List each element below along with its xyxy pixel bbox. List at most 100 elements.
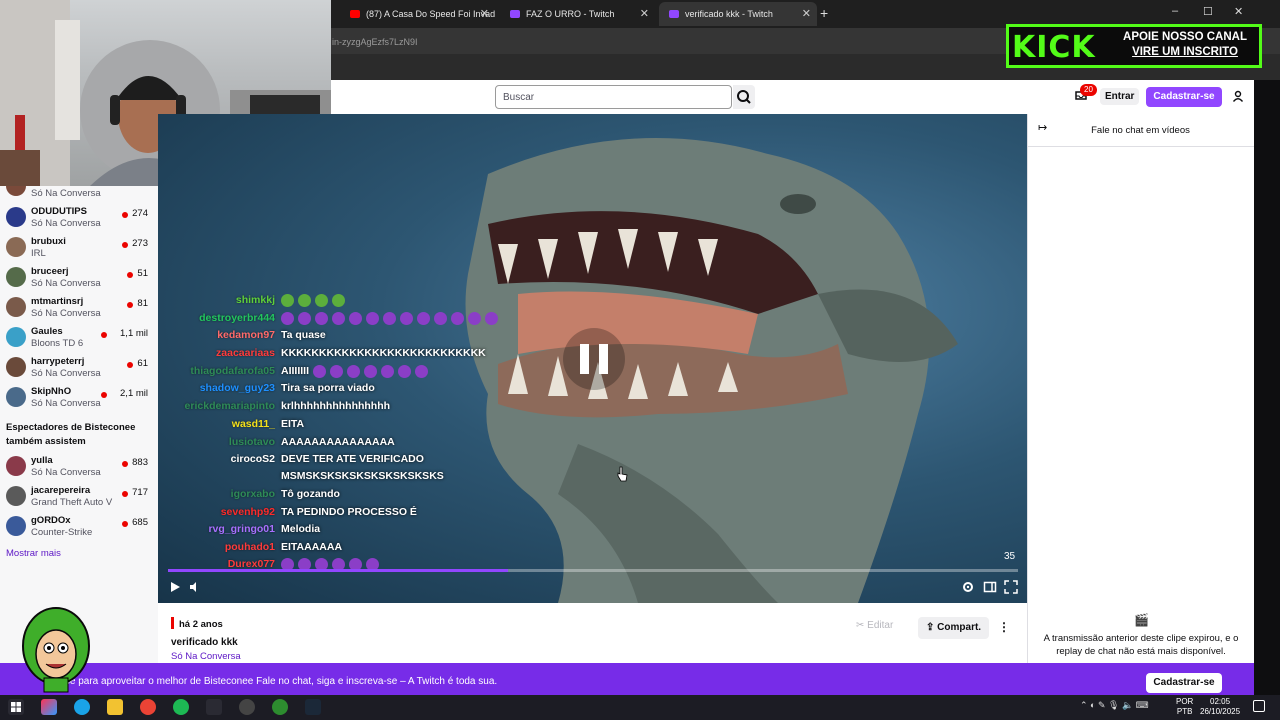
chat-emote-icon — [468, 311, 481, 325]
avatar — [6, 516, 26, 536]
chat-username[interactable]: shimkkj — [236, 294, 275, 306]
channel-game: Bloons TD 6 — [31, 338, 84, 349]
sidebar-channel[interactable]: brubuxi IRL 273 — [0, 233, 158, 263]
chat-username[interactable]: erickdemariapinto — [185, 400, 275, 412]
live-dot-icon — [122, 461, 129, 467]
channel-game: IRL — [31, 248, 46, 259]
minimize-button[interactable]: – — [1172, 5, 1178, 17]
chat-username[interactable]: sevenhp92 — [221, 506, 275, 518]
clip-category-link[interactable]: Só Na Conversa — [171, 651, 241, 662]
new-tab-button[interactable]: + — [820, 5, 828, 21]
live-dot-icon — [100, 332, 107, 338]
channel-game: Grand Theft Auto V — [31, 497, 113, 508]
app-icon[interactable] — [206, 699, 222, 715]
close-tab-icon[interactable]: ✕ — [480, 7, 489, 20]
kick-ad-line1: APOIE NOSSO CANAL — [1123, 31, 1247, 43]
sidebar-channel[interactable]: bruceerj Só Na Conversa 51 — [0, 263, 158, 293]
taskbar-clock[interactable]: 02:05 26/10/2025 — [1200, 697, 1240, 717]
chat-username[interactable]: kedamon97 — [217, 329, 275, 341]
channel-sticker-logo — [22, 607, 90, 693]
show-more-link[interactable]: Mostrar mais — [6, 548, 61, 559]
obs-icon[interactable] — [239, 699, 255, 715]
theatre-mode-icon[interactable] — [983, 580, 997, 594]
chrome-icon[interactable] — [140, 699, 156, 715]
fullscreen-icon[interactable] — [1004, 580, 1018, 594]
url-text[interactable]: in-zyzgAgEzfs7LzN9I — [332, 37, 418, 47]
chat-emote-icon — [417, 311, 430, 325]
input-language[interactable]: POR PTB — [1176, 697, 1193, 717]
chat-emote-icon — [400, 311, 413, 325]
sidebar-channel[interactable]: jacarepereira Grand Theft Auto V 717 — [0, 482, 158, 512]
chat-emote-icon — [415, 364, 429, 378]
more-options-button[interactable]: ⋮ — [998, 620, 1010, 634]
chat-username[interactable]: lusiotavo — [229, 436, 275, 448]
kick-ad-line2: VIRE UM INSCRITO — [1132, 46, 1238, 58]
chat-username[interactable]: cirocoS2 — [231, 453, 275, 465]
viewer-count: 274 — [132, 208, 148, 219]
search-input[interactable]: Buscar — [495, 85, 732, 109]
clip-title: verificado kkk — [171, 637, 238, 648]
edit-button[interactable]: ✂ Editar — [856, 620, 893, 631]
sidebar-channel[interactable]: ODUDUTIPS Só Na Conversa 274 — [0, 203, 158, 233]
chat-text: Melodia — [281, 523, 321, 535]
chat-expired-message: A transmissão anterior deste clipe expir… — [1043, 633, 1239, 657]
live-dot-icon — [122, 212, 129, 218]
notification-center-icon[interactable] — [1253, 700, 1265, 712]
chat-username[interactable]: igorxabo — [231, 488, 275, 500]
volume-icon[interactable] — [188, 580, 202, 594]
clip-age-indicator — [171, 617, 174, 629]
chat-username[interactable]: wasd11_ — [232, 418, 275, 430]
play-icon[interactable] — [168, 580, 182, 594]
sidebar-channel[interactable]: mtmartinsrj Só Na Conversa 81 — [0, 293, 158, 323]
close-window-button[interactable]: ✕ — [1234, 5, 1243, 18]
user-menu-icon[interactable] — [1232, 90, 1244, 102]
viewer-count: 61 — [137, 358, 148, 369]
system-tray-icons[interactable]: ⌃ ◐ ✎ 🎙 🔈 ⌨ — [1080, 700, 1149, 711]
file-explorer-icon[interactable] — [107, 699, 123, 715]
start-icon[interactable] — [8, 699, 24, 715]
chat-emote-icon — [398, 364, 412, 378]
chat-emote-icon — [485, 311, 498, 325]
avatar — [6, 207, 26, 227]
sidebar-channel[interactable]: SkipNhO Só Na Conversa 2,1 mil — [0, 383, 158, 413]
pause-icon[interactable] — [563, 328, 625, 390]
steam-icon[interactable] — [305, 699, 321, 715]
chat-message: kedamon97 Ta quase — [158, 327, 326, 343]
share-button[interactable]: ⇪ Compart. — [918, 617, 990, 639]
notification-badge: 20 — [1080, 84, 1097, 96]
copilot-icon[interactable] — [41, 699, 57, 715]
signup-button[interactable]: Cadastrar-se — [1146, 87, 1222, 107]
chat-text: Tira sa porra viado — [281, 382, 375, 394]
sidebar-channel[interactable]: yulla Só Na Conversa 883 — [0, 452, 158, 482]
settings-gear-icon[interactable] — [961, 580, 975, 594]
promo-signup-button[interactable]: Cadastrar-se — [1146, 673, 1222, 693]
chat-username[interactable]: zaacaariaas — [216, 347, 275, 359]
chat-header: Fale no chat em vídeos — [1091, 125, 1190, 136]
chat-username[interactable]: rvg_gringo01 — [208, 523, 275, 535]
sidebar-channel[interactable]: gORDOx Counter-Strike 685 — [0, 512, 158, 542]
youtube-icon — [350, 10, 360, 18]
twitch-icon — [510, 10, 520, 18]
browser-tab[interactable]: (87) A Casa Do Speed Foi Invadi ✕ — [340, 2, 495, 26]
chat-username[interactable]: thiagodafarofa05 — [190, 365, 275, 377]
live-dot-icon — [100, 392, 107, 398]
viewer-count: 1,1 mil — [120, 328, 148, 339]
chat-username[interactable]: destroyerbr444 — [199, 312, 275, 324]
chat-text: EITA — [281, 418, 305, 430]
chrome-active-icon[interactable] — [272, 699, 288, 715]
background-edge — [1254, 80, 1280, 695]
chat-username[interactable]: pouhado1 — [225, 541, 275, 553]
browser-tab[interactable]: verificado kkk - Twitch ✕ — [659, 2, 817, 26]
spotify-icon[interactable] — [173, 699, 189, 715]
chat-username[interactable]: shadow_guy23 — [200, 382, 275, 394]
browser-tab[interactable]: FAZ O URRO - Twitch ✕ — [500, 2, 655, 26]
close-tab-icon[interactable]: ✕ — [802, 7, 811, 20]
maximize-button[interactable]: ☐ — [1203, 5, 1213, 18]
edge-browser-icon[interactable] — [74, 699, 90, 715]
avatar — [6, 357, 26, 377]
sidebar-channel[interactable]: harrypeterrj Só Na Conversa 61 — [0, 353, 158, 383]
search-button[interactable] — [733, 85, 755, 109]
close-tab-icon[interactable]: ✕ — [640, 7, 649, 20]
sidebar-channel[interactable]: Gaules Bloons TD 6 1,1 mil — [0, 323, 158, 353]
login-button[interactable]: Entrar — [1100, 88, 1140, 105]
